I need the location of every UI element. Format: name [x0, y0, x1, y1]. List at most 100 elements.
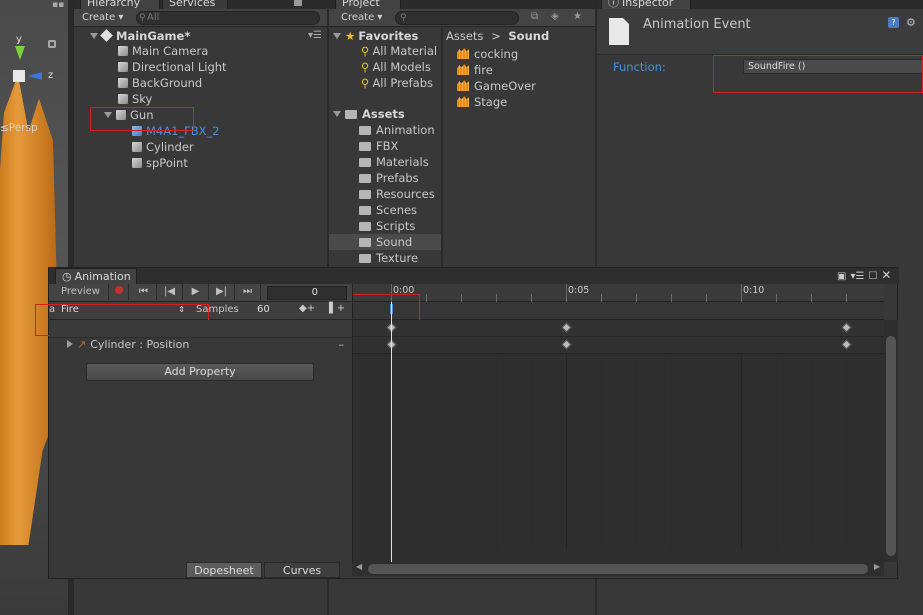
timeline-ruler[interactable]: 0:00 0:05 0:10: [353, 284, 884, 302]
tab-curves[interactable]: Curves: [264, 562, 340, 578]
hierarchy-item-sppoint[interactable]: spPoint: [132, 155, 188, 171]
playhead[interactable]: [391, 302, 392, 562]
inspector-title: Animation Event: [643, 17, 751, 32]
folder-animation[interactable]: Animation: [359, 122, 435, 138]
vertical-scrollbar[interactable]: [884, 320, 898, 562]
tab-services[interactable]: Services: [162, 0, 228, 9]
folder-scenes[interactable]: Scenes: [359, 202, 417, 218]
play-button[interactable]: ▶: [183, 284, 209, 300]
record-button[interactable]: [109, 284, 129, 300]
first-key-button[interactable]: ⏮: [131, 284, 157, 300]
hierarchy-item-gun[interactable]: Gun: [104, 107, 154, 123]
hierarchy-create-dropdown[interactable]: Create ▾: [82, 9, 123, 27]
asset-stage[interactable]: Stage: [457, 94, 507, 110]
preview-button[interactable]: Preview: [53, 284, 109, 300]
grid-line: [461, 320, 462, 550]
filter-type-icon[interactable]: ⧉: [531, 11, 538, 22]
scroll-left-icon[interactable]: ◀: [356, 562, 362, 571]
gizmo-z-arrow[interactable]: [28, 72, 42, 80]
project-create-dropdown[interactable]: Create ▾: [341, 9, 382, 27]
horizontal-scrollbar[interactable]: ◀ ▶: [352, 562, 884, 576]
tab-animation[interactable]: ◷ Animation: [55, 268, 137, 284]
hierarchy-lock-icon[interactable]: [294, 0, 302, 6]
folder-resources[interactable]: Resources: [359, 186, 435, 202]
breadcrumb-sound[interactable]: Sound: [508, 29, 549, 43]
keyframe-grid[interactable]: [353, 320, 884, 550]
favorite-all-material[interactable]: ⚲ All Material: [361, 43, 437, 59]
breadcrumb-assets[interactable]: Assets: [446, 29, 483, 43]
favorites-header[interactable]: ★ Favorites: [333, 28, 418, 44]
scene-menu-icon[interactable]: ▪▪: [52, 0, 64, 10]
favorite-star-icon[interactable]: ★: [573, 11, 582, 22]
remove-property-icon[interactable]: –: [339, 336, 345, 354]
gizmo-center-cube[interactable]: [13, 70, 25, 82]
folder-texture[interactable]: Texture: [359, 250, 418, 266]
folder-scripts[interactable]: Scripts: [359, 218, 415, 234]
horizontal-scroll-thumb[interactable]: [368, 564, 868, 574]
tab-hierarchy[interactable]: Hierarchy: [80, 0, 160, 9]
close-icon[interactable]: ✕: [881, 268, 891, 282]
tab-dopesheet[interactable]: Dopesheet: [186, 562, 262, 578]
component-settings-icon[interactable]: ⚙: [906, 16, 916, 29]
help-icon[interactable]: ?: [888, 17, 899, 28]
hierarchy-search-input[interactable]: ⚲ All: [136, 11, 320, 25]
timeline-area[interactable]: 0:00 0:05 0:10: [352, 284, 884, 562]
scene-lock-icon[interactable]: [48, 40, 56, 48]
scroll-right-icon[interactable]: ▶: [874, 562, 880, 571]
add-keyframe-icon[interactable]: ◆+: [299, 303, 315, 314]
gameobject-icon: [118, 46, 128, 56]
folder-fbx[interactable]: FBX: [359, 138, 398, 154]
hierarchy-item-m4a1[interactable]: M4A1_FBX_2: [132, 123, 220, 139]
prev-key-button[interactable]: |◀: [157, 284, 183, 300]
function-dropdown[interactable]: SoundFire (): [743, 59, 923, 74]
tab-project[interactable]: Project: [335, 0, 401, 9]
prefab-icon: [132, 126, 142, 136]
hierarchy-item-main-camera[interactable]: Main Camera: [118, 43, 208, 59]
hierarchy-item-background[interactable]: BackGround: [118, 75, 202, 91]
ruler-tick: [776, 294, 777, 302]
project-search-input[interactable]: ⚲: [395, 11, 519, 25]
next-key-button[interactable]: ▶|: [209, 284, 235, 300]
lock-icon[interactable]: ▣: [837, 271, 846, 282]
samples-input[interactable]: 60: [249, 303, 289, 318]
record-icon: [114, 286, 123, 294]
project-breadcrumb: Assets > Sound: [446, 28, 595, 44]
expand-arrow-icon[interactable]: [333, 111, 341, 117]
folder-sound[interactable]: Sound: [359, 234, 412, 250]
add-property-button[interactable]: Add Property: [86, 363, 314, 381]
gizmo-y-arrow[interactable]: [15, 46, 25, 60]
folder-materials[interactable]: Materials: [359, 154, 429, 170]
sound-asset-list: cocking fire GameOver Stage: [457, 46, 587, 116]
expand-arrow-icon[interactable]: [90, 33, 98, 39]
folder-prefabs[interactable]: Prefabs: [359, 170, 419, 186]
favorite-all-prefabs[interactable]: ⚲ All Prefabs: [361, 75, 433, 91]
menu-icon[interactable]: ▾☰: [850, 271, 864, 282]
hierarchy-item-label: Directional Light: [132, 60, 227, 74]
tab-inspector[interactable]: ⓘ Inspector: [601, 0, 691, 9]
expand-arrow-icon[interactable]: [333, 33, 341, 39]
asset-gameover[interactable]: GameOver: [457, 78, 536, 94]
event-track[interactable]: [353, 302, 884, 320]
asset-fire[interactable]: fire: [457, 62, 493, 78]
maximize-icon[interactable]: ☐: [868, 271, 877, 282]
project-divider[interactable]: [441, 28, 443, 268]
add-event-icon[interactable]: ▌+: [329, 303, 345, 314]
hierarchy-root-mainGame[interactable]: MainGame*: [90, 28, 190, 44]
hierarchy-item-directional-light[interactable]: Directional Light: [118, 59, 227, 75]
grid-line: [846, 320, 847, 550]
assets-header[interactable]: Assets: [333, 106, 405, 122]
hierarchy-item-cylinder[interactable]: Cylinder: [132, 139, 194, 155]
vertical-scroll-thumb[interactable]: [886, 336, 896, 556]
clip-dropdown[interactable]: Fire ⇕: [57, 303, 189, 318]
frame-input[interactable]: 0: [267, 286, 347, 300]
hierarchy-menu-icon[interactable]: ▾☰: [308, 30, 322, 41]
favorite-all-models[interactable]: ⚲ All Models: [361, 59, 431, 75]
expand-arrow-icon[interactable]: [104, 112, 112, 118]
last-key-button[interactable]: ⏭: [235, 284, 261, 300]
expand-arrow-icon[interactable]: [67, 340, 73, 348]
gameobject-icon: [118, 94, 128, 104]
asset-cocking[interactable]: cocking: [457, 46, 518, 62]
property-row-cylinder[interactable]: ↗ Cylinder : Position –: [67, 336, 352, 354]
filter-label-icon[interactable]: ◈: [551, 11, 559, 22]
hierarchy-item-sky[interactable]: Sky: [118, 91, 152, 107]
